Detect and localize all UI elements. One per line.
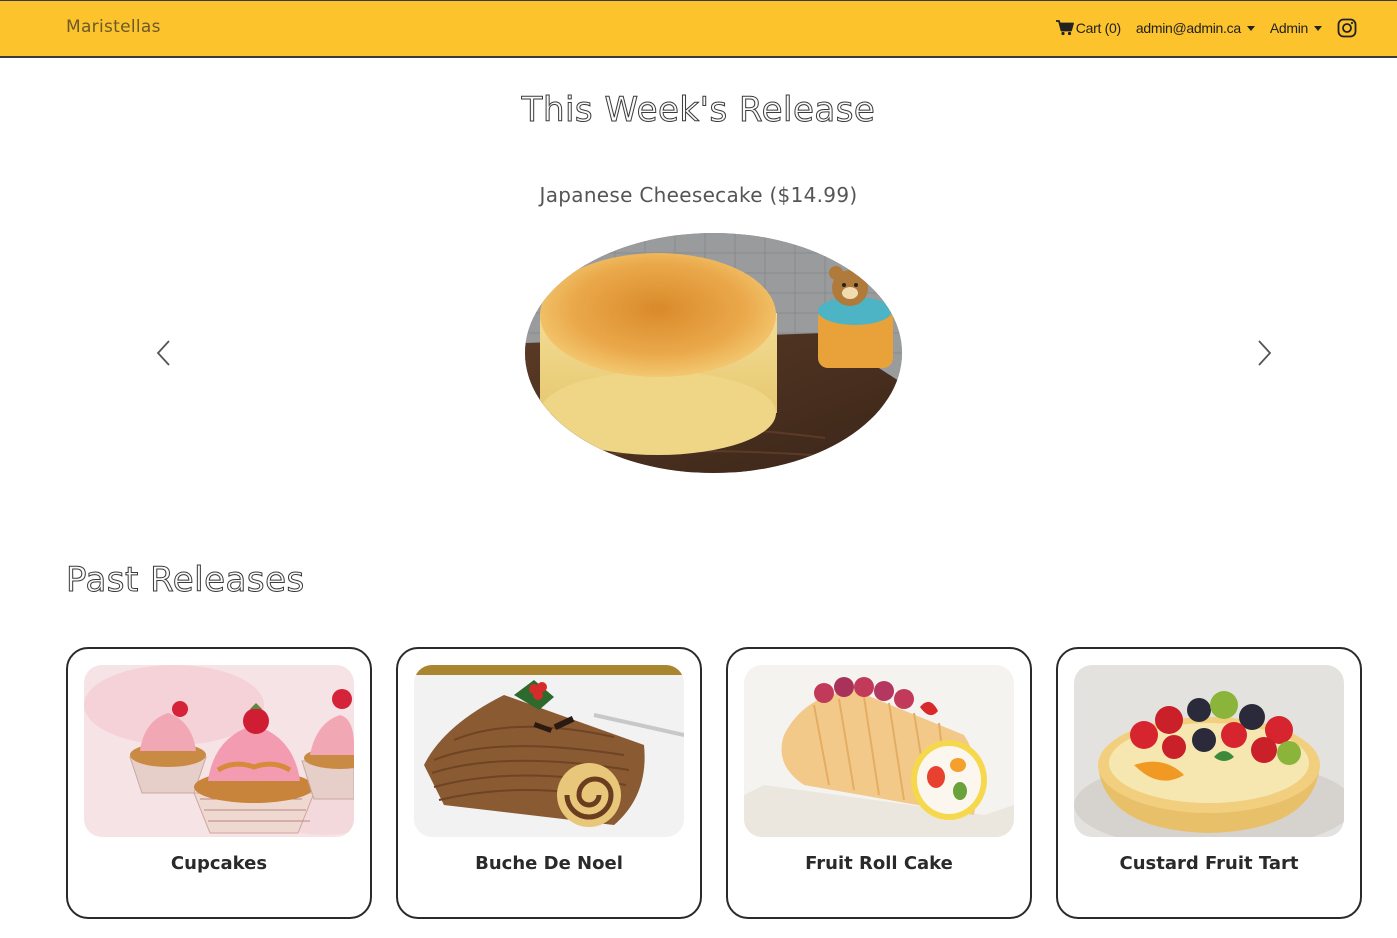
- carousel-prev-button[interactable]: [154, 338, 174, 368]
- cart-icon: [1055, 20, 1074, 36]
- chevron-down-icon: [1246, 25, 1255, 31]
- product-card-title: Cupcakes: [170, 853, 268, 874]
- cupcakes-image: [84, 665, 354, 837]
- product-card-cupcakes[interactable]: Cupcakes: [66, 647, 372, 919]
- carousel-product-label: Japanese Cheesecake ($14.99): [539, 183, 858, 207]
- instagram-icon[interactable]: [1337, 18, 1357, 38]
- cart-link[interactable]: Cart (0): [1055, 20, 1121, 36]
- admin-menu-label: Admin: [1269, 20, 1308, 36]
- custard-fruit-tart-image: [1074, 665, 1344, 837]
- navbar: Maristellas Cart (0) admin@admin.ca Admi…: [0, 0, 1397, 58]
- user-menu-label: admin@admin.ca: [1135, 20, 1241, 36]
- product-card-title: Buche De Noel: [475, 853, 623, 874]
- carousel-next-button[interactable]: [1254, 338, 1274, 368]
- product-card-title: Custard Fruit Tart: [1119, 853, 1299, 874]
- fruit-roll-cake-image: [744, 665, 1014, 837]
- chevron-left-icon: [156, 340, 170, 366]
- chevron-right-icon: [1258, 340, 1272, 366]
- product-card-title: Fruit Roll Cake: [805, 853, 953, 874]
- cart-label: Cart (0): [1075, 20, 1121, 36]
- buche-de-noel-image: [414, 665, 684, 837]
- product-card-buche-de-noel[interactable]: Buche De Noel: [396, 647, 702, 919]
- chevron-down-icon: [1314, 25, 1322, 31]
- product-card-fruit-roll-cake[interactable]: Fruit Roll Cake: [726, 647, 1032, 919]
- product-card-custard-fruit-tart[interactable]: Custard Fruit Tart: [1056, 647, 1362, 919]
- japanese-cheesecake-image: [525, 233, 902, 473]
- past-releases-title: Past Releases: [66, 560, 305, 601]
- brand-link[interactable]: Maristellas: [66, 17, 161, 37]
- admin-menu-dropdown[interactable]: Admin: [1270, 20, 1322, 36]
- weekly-release-title: This Week's Release: [521, 90, 876, 131]
- user-menu-dropdown[interactable]: admin@admin.ca: [1136, 20, 1255, 36]
- navbar-menu: Cart (0) admin@admin.ca Admin: [1055, 18, 1357, 38]
